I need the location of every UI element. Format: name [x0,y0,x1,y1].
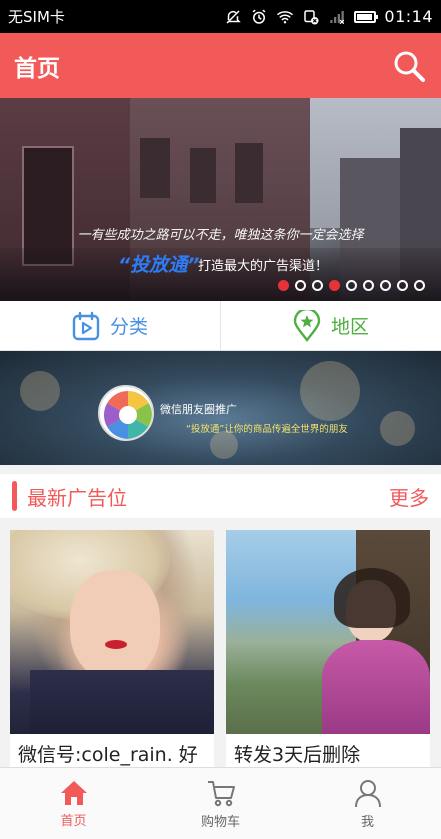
region-button[interactable]: 地区 [220,301,441,350]
bokeh-decoration [210,431,238,459]
search-button[interactable] [391,48,427,84]
status-icons: 01:14 [224,7,433,26]
face-shape [70,570,160,680]
carousel-dot[interactable] [414,280,425,291]
dress-shape [30,670,214,734]
category-button[interactable]: 分类 [0,301,220,350]
bottom-nav: 首页 购物车 我 [0,767,441,839]
clock: 01:14 [384,7,433,26]
tab-label: 购物车 [200,814,240,830]
banner-slogan: 一有些成功之路可以不走，唯独这条你一定会选择 [77,228,364,243]
page-title: 首页 [14,55,60,82]
tab-label: 首页 [60,813,87,829]
bokeh-decoration [20,371,60,411]
category-icon [72,311,100,340]
carousel-dot[interactable] [363,280,374,291]
status-bar: 无SIM卡 01:14 [0,0,441,33]
promo-banner[interactable]: 微信朋友圈推广 “投放通”让你的商品传遍全世界的朋友 [0,351,441,465]
ad-image-woman-costume [226,530,430,734]
battery-icon [354,10,379,23]
ad-caption: 转发3天后删除 [234,744,361,766]
ad-grid: 微信号:cole_rain. 好 转发3天后删除 [0,518,441,768]
data-off-icon [304,9,319,24]
tab-label: 我 [360,814,374,830]
user-icon [354,779,381,807]
carousel-dot[interactable] [346,280,357,291]
category-label: 分类 [109,316,148,338]
section-header: 最新广告位 更多 [0,474,441,518]
more-link[interactable]: 更多 [389,482,429,511]
carousel-indicator [278,280,425,291]
cart-icon [207,780,235,806]
ad-caption: 微信号:cole_rain. 好 [18,744,198,766]
lips-shape [105,640,127,649]
banner-tagline: 打造最大的广告渠道！ [198,259,329,274]
carrier-label: 无SIM卡 [8,8,65,26]
signal-icon [330,10,345,24]
banner-carousel[interactable]: 一有些成功之路可以不走，唯独这条你一定会选择 “投放通” 打造最大的广告渠道！ [0,98,441,301]
tab-cart[interactable]: 购物车 [147,768,294,839]
mute-icon [226,9,242,24]
promo-title: 微信朋友圈推广 [160,403,237,416]
banner-building-window [190,148,216,203]
tab-me[interactable]: 我 [294,768,441,839]
bokeh-decoration [300,361,360,421]
carousel-dot[interactable] [397,280,408,291]
bokeh-decoration [380,411,415,446]
section-title: 最新广告位 [27,485,127,510]
carousel-dot[interactable] [380,280,391,291]
moments-logo-icon [98,385,154,441]
app-screen: 无SIM卡 01:14 首页 一有些成功之路可以不走，唯独这条你一定会选择 “投… [0,0,441,839]
hair-shape [334,568,410,628]
location-pin-icon [293,309,321,342]
carousel-dot[interactable] [278,280,289,291]
promo-subtitle: “投放通”让你的商品传遍全世界的朋友 [186,424,348,435]
alarm-icon [252,9,266,24]
banner-building-window [140,138,170,198]
banner-brand: “投放通” [118,254,200,276]
ad-card[interactable]: 微信号:cole_rain. 好 [10,530,214,768]
wifi-icon [277,10,294,23]
tab-home[interactable]: 首页 [0,768,147,839]
carousel-dot[interactable] [312,280,323,291]
costume-shape [322,640,430,734]
carousel-dot[interactable] [329,280,340,291]
app-header: 首页 [0,33,441,98]
region-label: 地区 [330,316,369,338]
home-icon [60,780,87,805]
search-icon [394,51,425,82]
ad-image-woman-hat [10,530,214,734]
category-row: 分类 地区 [0,301,441,351]
carousel-dot[interactable] [295,280,306,291]
banner-building-window [235,143,263,203]
ad-card[interactable]: 转发3天后删除 [226,530,430,768]
section-accent-bar [12,481,17,511]
